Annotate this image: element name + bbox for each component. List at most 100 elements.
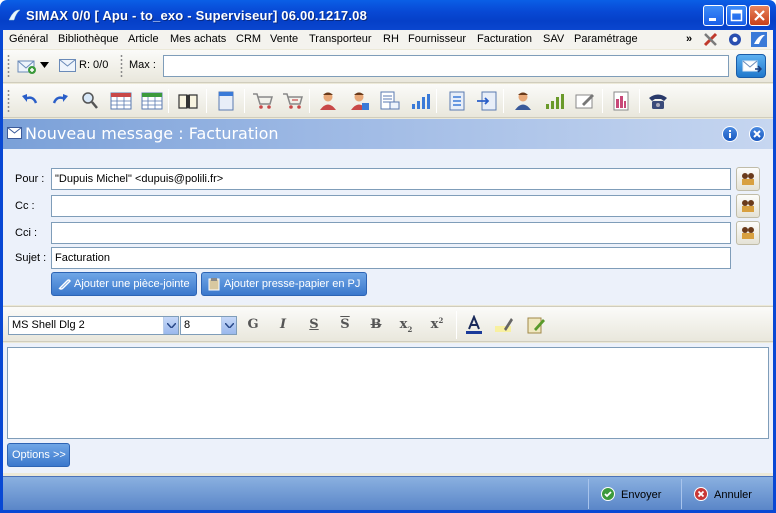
- menu-overflow[interactable]: »: [686, 33, 692, 45]
- add-clipboard-attachment-button[interactable]: Ajouter presse-papier en PJ: [201, 272, 368, 296]
- send-button[interactable]: Envoyer: [588, 479, 678, 509]
- document-icon[interactable]: [215, 91, 237, 111]
- menu-parametrage[interactable]: Paramétrage: [574, 33, 638, 45]
- toolbar-grip[interactable]: [7, 54, 10, 78]
- chevron-down-icon[interactable]: [163, 317, 178, 334]
- app-icon: [8, 9, 21, 21]
- minimize-button[interactable]: [703, 5, 724, 26]
- cc-address-book-button[interactable]: [736, 194, 760, 218]
- to-address-book-button[interactable]: [736, 167, 760, 191]
- book-icon[interactable]: [177, 91, 199, 111]
- menu-bar: Général Bibliothèque Article Mes achats …: [3, 30, 773, 49]
- menu-sav[interactable]: SAV: [543, 33, 564, 45]
- mail-count: R: 0/0: [79, 59, 109, 71]
- to-label: Pour :: [15, 173, 45, 185]
- app-logo-icon[interactable]: [750, 31, 768, 48]
- bcc-field[interactable]: [51, 222, 731, 244]
- report-icon[interactable]: [610, 91, 632, 111]
- menu-transporteur[interactable]: Transporteur: [309, 33, 372, 45]
- toolbar-separator: [206, 89, 207, 113]
- menu-crm[interactable]: CRM: [236, 33, 261, 45]
- bcc-address-book-button[interactable]: [736, 221, 760, 245]
- menu-bibliotheque[interactable]: Bibliothèque: [58, 33, 119, 45]
- options-button[interactable]: Options >>: [7, 443, 70, 467]
- toolbar-separator: [244, 89, 245, 113]
- send-mail-icon: [742, 60, 762, 73]
- title-bar: SIMAX 0/0 [ Apu - to_exo - Superviseur] …: [0, 0, 776, 30]
- menu-general[interactable]: Général: [9, 33, 48, 45]
- superscript-button[interactable]: x2: [428, 316, 446, 333]
- cart-return-icon[interactable]: [282, 91, 304, 111]
- menu-mes-achats[interactable]: Mes achats: [170, 33, 226, 45]
- maximize-button[interactable]: [726, 5, 747, 26]
- import-doc-icon[interactable]: [476, 91, 498, 111]
- max-input[interactable]: [163, 55, 729, 77]
- employee-icon[interactable]: [512, 91, 534, 111]
- planning-icon[interactable]: [141, 91, 163, 111]
- font-color-icon[interactable]: [464, 315, 484, 335]
- cancel-button[interactable]: Annuler: [681, 479, 769, 509]
- undo-icon[interactable]: [19, 91, 41, 111]
- contact-icon[interactable]: [348, 91, 370, 111]
- cc-label: Cc :: [15, 200, 35, 212]
- chevron-down-icon[interactable]: [221, 317, 236, 334]
- overline-button[interactable]: S: [336, 317, 354, 333]
- toolbar-grip[interactable]: [120, 54, 123, 78]
- toolbar-separator: [602, 89, 603, 113]
- edit-pencil-icon[interactable]: [574, 91, 596, 111]
- user-icon[interactable]: [317, 91, 339, 111]
- invoice-mail-icon[interactable]: [378, 91, 400, 111]
- toolbar-grip[interactable]: [7, 89, 10, 113]
- chevron-down-icon[interactable]: [40, 62, 49, 68]
- subject-field[interactable]: Facturation: [51, 247, 731, 269]
- strikethrough-button[interactable]: B: [367, 317, 385, 333]
- settings-gear-icon[interactable]: [726, 31, 744, 48]
- add-clipboard-label: Ajouter presse-papier en PJ: [224, 278, 361, 290]
- zoom-search-icon[interactable]: [80, 91, 102, 111]
- font-family-select[interactable]: MS Shell Dlg 2: [8, 316, 179, 335]
- cart-icon[interactable]: [252, 91, 274, 111]
- close-window-button[interactable]: [749, 5, 770, 26]
- font-size-select[interactable]: 8: [180, 316, 237, 335]
- new-mail-icon[interactable]: [17, 58, 37, 74]
- tools-icon[interactable]: [702, 31, 720, 48]
- insert-note-icon[interactable]: [526, 315, 546, 335]
- close-icon[interactable]: [749, 126, 765, 142]
- quick-send-button[interactable]: [736, 54, 766, 78]
- italic-button[interactable]: I: [274, 317, 292, 333]
- phone-icon[interactable]: [647, 91, 669, 111]
- message-header: Nouveau message : Facturation: [3, 119, 773, 149]
- menu-article[interactable]: Article: [128, 33, 159, 45]
- menu-fournisseur[interactable]: Fournisseur: [408, 33, 466, 45]
- cc-field[interactable]: [51, 195, 731, 217]
- message-body-editor[interactable]: [7, 347, 769, 439]
- menu-vente[interactable]: Vente: [270, 33, 298, 45]
- toolbar-separator: [503, 89, 504, 113]
- highlight-icon[interactable]: [494, 315, 514, 335]
- menu-facturation[interactable]: Facturation: [477, 33, 532, 45]
- max-label: Max :: [129, 59, 156, 71]
- redo-icon[interactable]: [49, 91, 71, 111]
- page-title: Nouveau message : Facturation: [25, 124, 279, 143]
- to-field[interactable]: "Dupuis Michel" <dupuis@polili.fr>: [51, 168, 731, 190]
- toolbar-separator: [456, 311, 457, 339]
- stats-icon[interactable]: [543, 91, 565, 111]
- minimize-icon: [709, 18, 716, 21]
- superscript-mark: 2: [438, 316, 444, 325]
- close-icon: [754, 10, 765, 21]
- subscript-button[interactable]: x2: [397, 317, 415, 334]
- menu-rh[interactable]: RH: [383, 33, 399, 45]
- window-title: SIMAX 0/0 [ Apu - to_exo - Superviseur] …: [26, 8, 368, 23]
- calculator-doc-icon[interactable]: [446, 91, 468, 111]
- paperclip-icon: [58, 279, 71, 290]
- check-icon: [601, 487, 615, 501]
- add-attachment-button[interactable]: Ajouter une pièce-jointe: [51, 272, 197, 296]
- info-icon[interactable]: [722, 126, 738, 142]
- bar-chart-icon[interactable]: [409, 91, 431, 111]
- font-size-value: 8: [184, 319, 191, 331]
- underline-button[interactable]: S: [305, 317, 323, 333]
- mail-toolbar: R: 0/0 Max :: [3, 50, 773, 83]
- calendar-icon[interactable]: [110, 91, 132, 111]
- bold-button[interactable]: G: [244, 317, 262, 333]
- mail-icon: [59, 59, 76, 72]
